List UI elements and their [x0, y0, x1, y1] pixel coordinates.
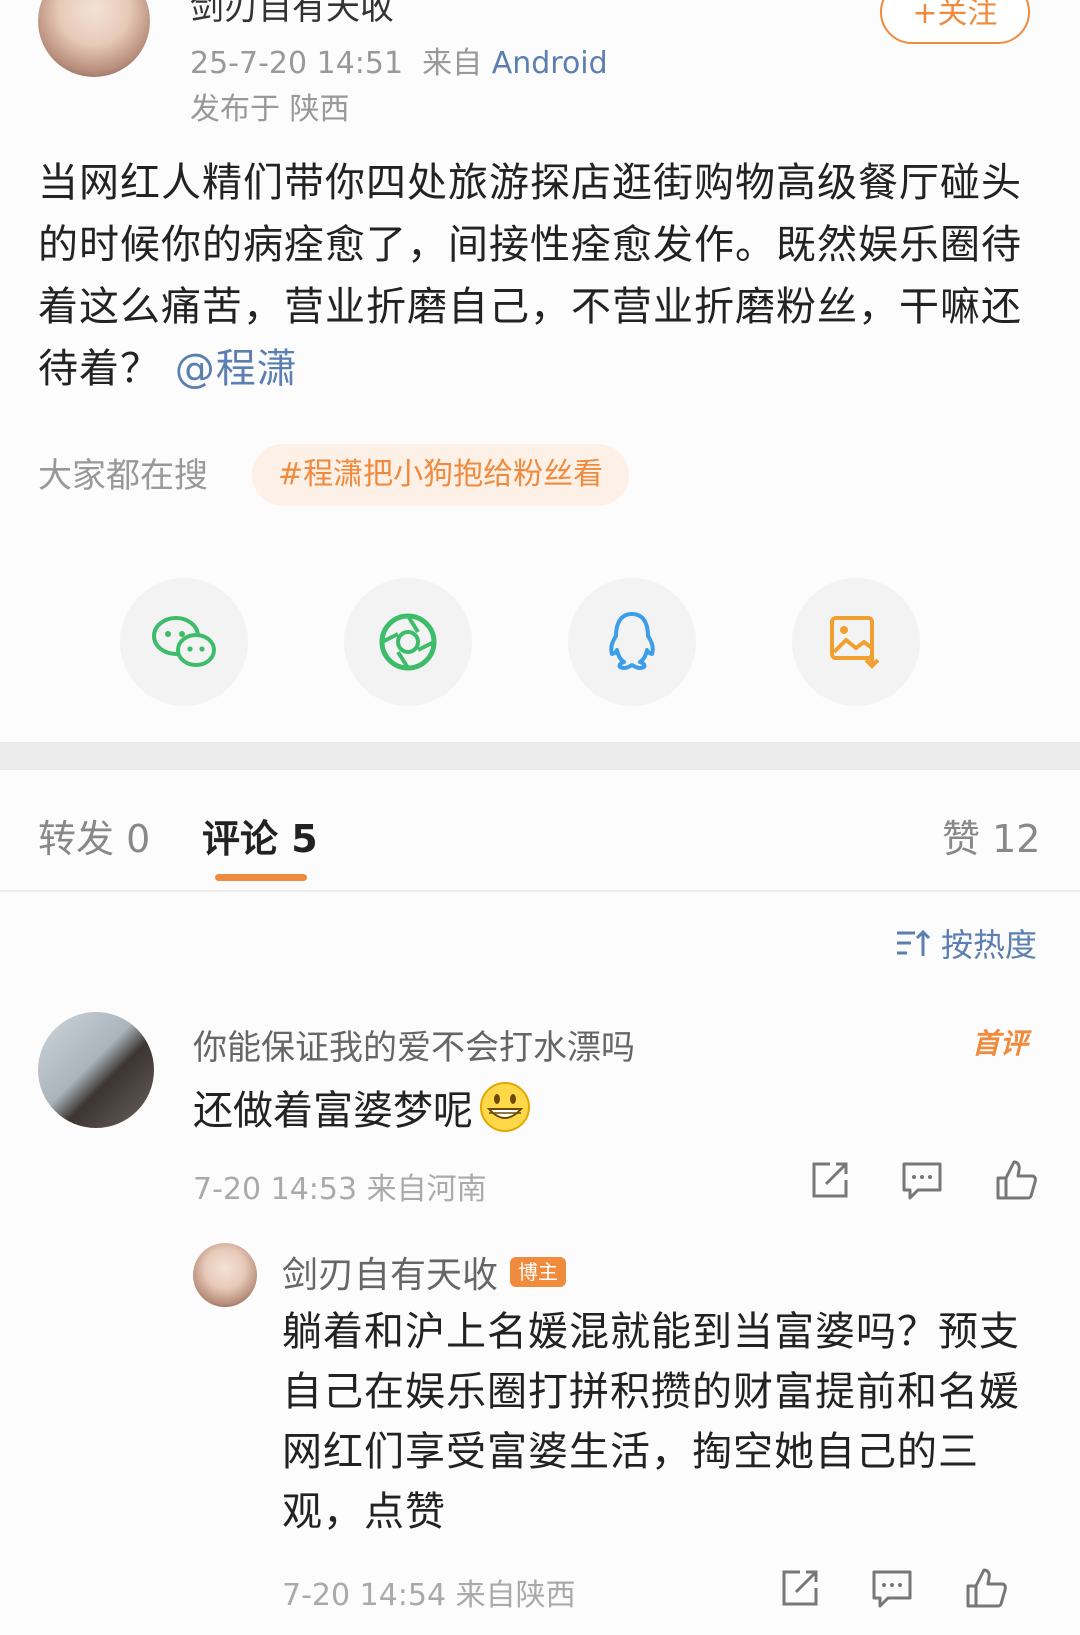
- like-icon[interactable]: [994, 1158, 1038, 1202]
- share-icon[interactable]: [808, 1158, 852, 1202]
- reply-author-name: 剑刃自有天收: [282, 1255, 499, 1296]
- blogger-badge: 博主: [510, 1257, 567, 1287]
- share-save-image-button[interactable]: [792, 578, 920, 706]
- commenter-name[interactable]: 你能保证我的爱不会打水漂吗: [193, 1020, 635, 1069]
- save-image-icon: [830, 616, 880, 669]
- post-timestamp: 25-7-20 14:51: [190, 46, 404, 81]
- author-avatar[interactable]: [38, 0, 150, 77]
- moments-icon: [379, 613, 437, 671]
- tab-comments[interactable]: 评论 5: [202, 808, 318, 863]
- like-icon[interactable]: [964, 1566, 1008, 1610]
- first-comment-badge: 首评: [972, 1027, 1029, 1060]
- tab-likes[interactable]: 赞 12: [942, 808, 1040, 863]
- mention-link[interactable]: @程潇: [175, 346, 298, 392]
- share-icon[interactable]: [778, 1566, 822, 1610]
- grin-emoji-icon: [480, 1082, 530, 1132]
- sort-label: 按热度: [941, 926, 1038, 964]
- trending-label: 大家都在搜: [38, 456, 208, 496]
- author-name[interactable]: 剑刃自有天收: [190, 0, 394, 29]
- reply-text: 躺着和沪上名媛混就能到当富婆吗？预支自己在娱乐圈打拼积攒的财富提前和名媛网红们享…: [282, 1309, 1020, 1535]
- comment-text: 还做着富婆梦呢: [193, 1078, 531, 1136]
- share-qq-button[interactable]: [568, 578, 696, 706]
- sort-icon: [897, 929, 931, 956]
- comment-text-content: 还做着富婆梦呢: [193, 1088, 473, 1134]
- tab-divider: [0, 890, 1080, 892]
- share-wechat-button[interactable]: [120, 578, 248, 706]
- active-tab-indicator: [215, 874, 307, 881]
- sort-toggle[interactable]: 按热度: [895, 920, 1037, 966]
- reply-time: 7-20 14:54 来自陕西: [282, 1578, 576, 1613]
- trending-hashtag[interactable]: #程潇把小狗抱给粉丝看: [252, 444, 630, 506]
- follow-button[interactable]: +关注: [880, 0, 1030, 44]
- section-divider: [0, 742, 1080, 770]
- reply-avatar[interactable]: [193, 1243, 257, 1307]
- commenter-avatar[interactable]: [38, 1012, 154, 1128]
- tab-repost[interactable]: 转发 0: [38, 808, 150, 863]
- post-meta: 25-7-20 14:51 来自 Android: [190, 38, 608, 82]
- qq-icon: [609, 612, 655, 670]
- share-moments-button[interactable]: [344, 578, 472, 706]
- post-body: 当网红人精们带你四处旅游探店逛街购物高级餐厅碰头的时候你的病痊愈了，间接性痊愈发…: [38, 152, 1038, 400]
- comment-time: 7-20 14:53 来自河南: [193, 1172, 487, 1207]
- reply-icon[interactable]: [900, 1158, 944, 1202]
- wechat-icon: [152, 616, 216, 667]
- post-source-prefix: 来自: [422, 46, 483, 81]
- reply-author[interactable]: 剑刃自有天收 博主: [282, 1246, 567, 1298]
- reply-icon[interactable]: [870, 1566, 914, 1610]
- post-location: 发布于 陕西: [190, 92, 350, 127]
- post-source: Android: [491, 46, 608, 81]
